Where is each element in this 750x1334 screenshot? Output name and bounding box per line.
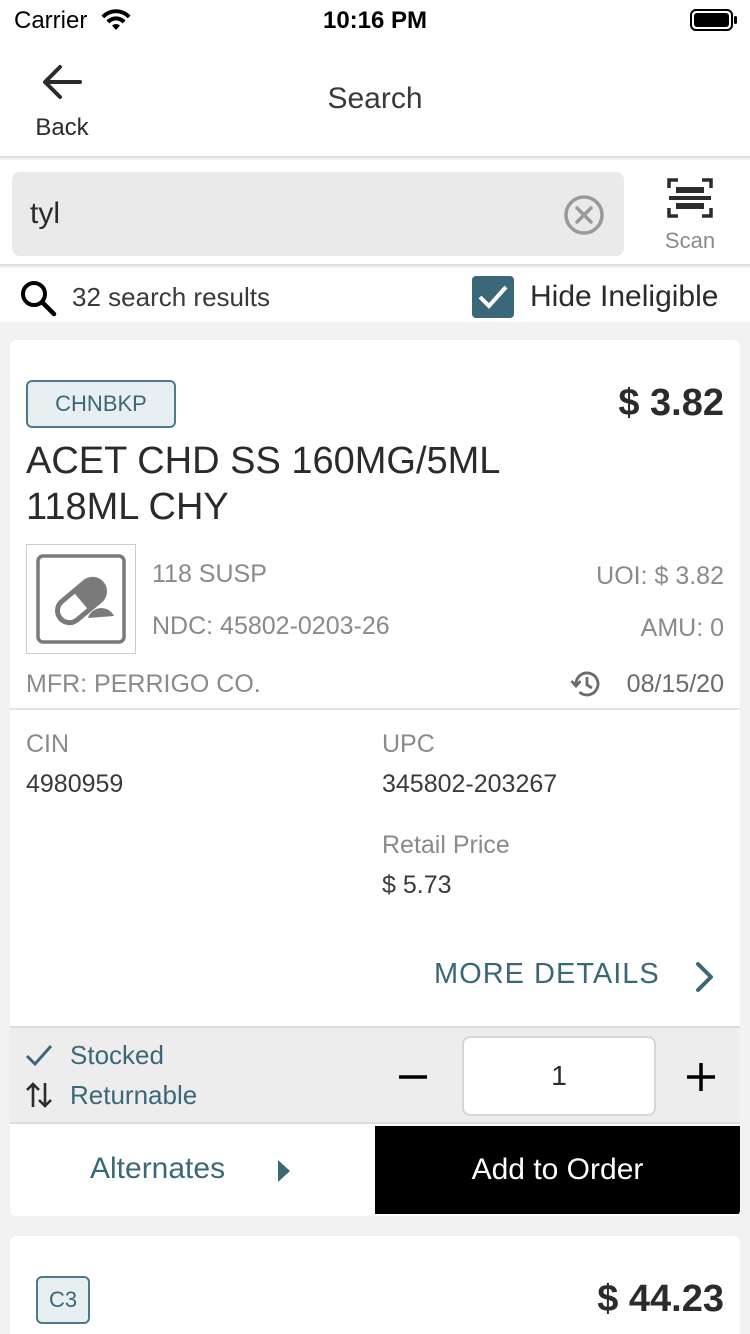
- retail-price-label: Retail Price: [382, 831, 510, 859]
- navigation-bar: Back Search: [0, 42, 750, 158]
- product-manufacturer: MFR: PERRIGO CO.: [26, 670, 261, 698]
- product-tag: CHNBKP: [26, 380, 176, 428]
- cin-value: 4980959: [26, 770, 124, 798]
- product-price: $ 44.23: [597, 1278, 724, 1320]
- product-name: ACET CHD SS 160MG/5ML 118ML CHY: [26, 440, 500, 528]
- clear-icon[interactable]: [563, 194, 605, 236]
- pill-placeholder-icon: [36, 554, 126, 644]
- product-ndc: NDC: 45802-0203-26: [152, 612, 390, 640]
- product-package: 118 SUSP: [152, 560, 267, 588]
- results-count: 32 search results: [72, 282, 270, 312]
- stocked-label: Stocked: [70, 1040, 164, 1070]
- caret-right-icon: [278, 1160, 290, 1182]
- stock-and-quantity-area: Stocked Returnable: [10, 1026, 740, 1124]
- checkmark-icon: [478, 285, 508, 309]
- alternates-button[interactable]: Alternates: [10, 1126, 375, 1216]
- product-tag: C3: [36, 1276, 90, 1324]
- alternates-label: Alternates: [90, 1152, 226, 1185]
- retail-price-value: $ 5.73: [382, 871, 452, 899]
- hide-ineligible-label: Hide Ineligible: [530, 280, 719, 313]
- card-divider: [10, 708, 740, 710]
- arrow-left-icon: [43, 65, 82, 99]
- back-button[interactable]: Back: [14, 50, 110, 146]
- scan-button[interactable]: Scan: [644, 174, 736, 258]
- search-icon: [21, 281, 57, 317]
- returnable-label: Returnable: [70, 1080, 198, 1110]
- hide-ineligible-toggle[interactable]: Hide Ineligible: [472, 276, 742, 318]
- status-bar: Carrier 10:16 PM: [0, 0, 750, 42]
- more-details-label: MORE DETAILS: [434, 958, 660, 990]
- search-field: [12, 172, 624, 256]
- product-amu: AMU: 0: [640, 614, 724, 642]
- back-label: Back: [35, 114, 89, 141]
- minus-icon[interactable]: [396, 1060, 430, 1094]
- last-order-date: 08/15/20: [626, 670, 724, 698]
- swap-vertical-icon: [26, 1082, 52, 1108]
- upc-value: 345802-203267: [382, 770, 558, 798]
- product-card-2: C3 $ 44.23: [10, 1236, 740, 1334]
- more-details-link[interactable]: MORE DETAILS: [434, 954, 724, 1000]
- search-area: Scan: [0, 160, 750, 266]
- product-price: $ 3.82: [618, 382, 724, 424]
- chevron-right-icon: [696, 962, 713, 992]
- scan-label: Scan: [664, 228, 716, 253]
- clock-label: 10:16 PM: [322, 7, 428, 34]
- cin-label: CIN: [26, 730, 70, 758]
- check-icon: [25, 1045, 53, 1067]
- history-icon: [570, 671, 600, 697]
- hide-ineligible-checkbox[interactable]: [472, 276, 514, 318]
- upc-label: UPC: [382, 730, 435, 758]
- add-to-order-button[interactable]: Add to Order: [375, 1126, 740, 1214]
- search-input[interactable]: [12, 172, 552, 256]
- barcode-scan-icon: [667, 178, 713, 218]
- results-bar: 32 search results Hide Ineligible: [0, 268, 750, 322]
- page-title: Search: [327, 82, 423, 115]
- plus-icon[interactable]: [684, 1060, 718, 1094]
- product-uoi: UOI: $ 3.82: [596, 562, 724, 590]
- quantity-input[interactable]: [462, 1036, 656, 1116]
- battery-icon: [690, 9, 737, 31]
- product-card: CHNBKP $ 3.82 ACET CHD SS 160MG/5ML 118M…: [10, 340, 740, 1216]
- product-image: [26, 544, 136, 654]
